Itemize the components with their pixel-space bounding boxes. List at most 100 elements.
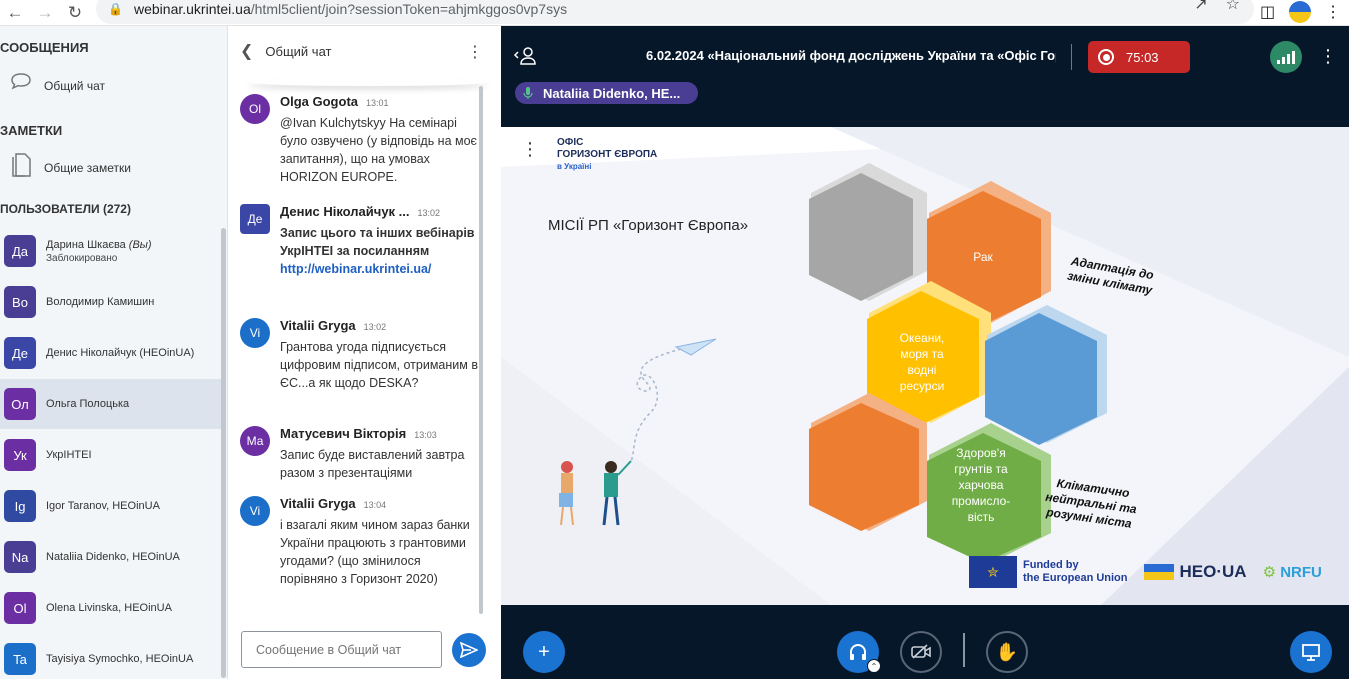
actions-plus-button[interactable]: + (523, 631, 565, 673)
chat-author: Olga Gogota (280, 94, 358, 109)
public-chat-item[interactable]: Общий чат (0, 66, 222, 106)
chat-message-body: Vitalii Gryga 13:02 Грантова угода підпису… (280, 318, 480, 392)
chat-panel: ❮ Общий чат ⋮ Ol Olga Gogota 13:01 @Ivan Ku… (228, 26, 501, 679)
avatar: Де (240, 204, 270, 234)
chat-title: Общий чат (265, 43, 332, 59)
user-list-item[interactable]: Na Nataliia Didenko, HEOinUA (0, 532, 222, 582)
avatar: Ol (240, 94, 270, 124)
action-bar: + ⌃ ✋ (501, 605, 1349, 679)
public-chat-label: Общий чат (44, 79, 105, 93)
user-info: Olena Livinska, HEOinUA (46, 602, 172, 614)
notes-section-title: ЗАМЕТКИ (0, 123, 63, 138)
avatar: Да (4, 235, 36, 267)
chevron-left-icon[interactable]: ❮ (240, 41, 253, 61)
user-name-text: Ольга Полоцька (46, 398, 130, 410)
presentation-slide: ⋮ ОФІС ГОРИЗОНТ ЄВРОПА в Україні МІСІЇ Р… (501, 127, 1349, 605)
avatar: Де (4, 337, 36, 369)
url-domain: webinar.ukrintei.ua (134, 1, 251, 17)
chat-message-input[interactable] (241, 631, 442, 668)
logo-line-2: ГОРИЗОНТ ЄВРОПА (557, 149, 658, 160)
avatar: Na (4, 541, 36, 573)
address-bar[interactable]: 🔒 webinar.ukrintei.ua/html5client/join?s… (96, 0, 1254, 24)
eu-flag-icon: ✮ (969, 556, 1017, 588)
user-name-text: Olena Livinska, HEOinUA (46, 602, 172, 614)
toggle-user-list-button[interactable] (513, 46, 537, 71)
chat-author: Vitalii Gryga (280, 318, 356, 333)
user-name: Денис Ніколайчук (HEOinUA) (46, 347, 194, 359)
user-name-text: Igor Taranov, HEOinUA (46, 500, 160, 512)
user-info: Денис Ніколайчук (HEOinUA) (46, 347, 194, 359)
presentation-toggle-button[interactable] (1290, 631, 1332, 673)
chat-author: Матусевич Вікторія (280, 426, 407, 441)
user-list-item[interactable]: Ol Olena Livinska, HEOinUA (0, 583, 222, 633)
raise-hand-button[interactable]: ✋ (986, 631, 1028, 673)
presentation-icon (1302, 644, 1320, 661)
slide-menu-icon[interactable]: ⋮ (521, 139, 539, 160)
connection-status-button[interactable] (1270, 41, 1302, 73)
user-info: Tayisiya Symochko, HEOinUA (46, 653, 193, 665)
audio-settings-chevron-icon[interactable]: ⌃ (867, 659, 881, 673)
chat-author-line: Olga Gogota 13:01 (280, 94, 480, 109)
chat-author: Денис Ніколайчук ... (280, 204, 410, 219)
shared-notes-item[interactable]: Общие заметки (0, 148, 222, 188)
forward-icon[interactable]: → (30, 1, 60, 25)
user-list-item[interactable]: Да Дарина Шкаєва (Вы) Заблокировано (0, 226, 222, 276)
speaker-name: Nataliia Didenko, HE... (543, 85, 681, 101)
user-list-item[interactable]: Ig Igor Taranov, HEOinUA (0, 481, 222, 531)
profile-avatar[interactable] (1289, 1, 1312, 23)
browser-menu-icon[interactable]: ⋮ (1325, 2, 1341, 22)
partner-logos: ✮ Funded by the European Union HEO·UA ⚙ … (969, 555, 1322, 589)
logo-line-1: ОФІС (557, 137, 584, 148)
chat-link[interactable]: http://webinar.ukrintei.ua/ (280, 262, 480, 276)
chat-text: Грантова угода підписується цифровим під… (280, 340, 478, 390)
chat-message: Vi Vitalii Gryga 13:04 і взагалі яким чином… (240, 496, 480, 588)
chat-message-body: Vitalii Gryga 13:04 і взагалі яким чином з… (280, 496, 480, 588)
user-list-scrollbar[interactable] (221, 228, 226, 678)
chat-options-icon[interactable]: ⋮ (467, 42, 483, 62)
chat-message: Vi Vitalii Gryga 13:02 Грантова угода підпи… (240, 318, 480, 392)
user-name-text: Денис Ніколайчук (HEOinUA) (46, 347, 195, 359)
eu-text-line-1: Funded by (1023, 559, 1079, 571)
user-name-text: УкрІНТЕІ (46, 449, 92, 461)
talking-indicator[interactable]: Nataliia Didenko, HE... (515, 82, 699, 104)
user-list-item[interactable]: Ол Ольга Полоцька (0, 379, 222, 429)
avatar: Ма (240, 426, 270, 456)
avatar: Ол (4, 388, 36, 420)
side-panel-icon[interactable]: ◫ (1260, 2, 1275, 22)
chat-author-line: Матусевич Вікторія 13:03 (280, 426, 480, 441)
plus-icon: + (538, 640, 550, 663)
chat-scrollbar[interactable] (479, 86, 483, 614)
options-menu-icon[interactable]: ⋮ (1319, 46, 1337, 67)
recording-indicator[interactable]: 75:03 (1088, 41, 1190, 73)
chat-message: Ма Матусевич Вікторія 13:03 Запис буде вист… (240, 426, 480, 482)
chat-time: 13:01 (366, 98, 389, 108)
hex-blue (985, 305, 1107, 445)
chat-text: і взагалі яким чином зараз банки України… (280, 518, 470, 586)
user-list-item[interactable]: Ук УкрІНТЕІ (0, 430, 222, 480)
ofis-horizon-logo: ОФІС ГОРИЗОНТ ЄВРОПА в Україні (557, 137, 657, 173)
video-button[interactable] (900, 631, 942, 673)
recording-timer: 75:03 (1126, 49, 1159, 65)
user-list-panel: СООБЩЕНИЯ Общий чат ЗАМЕТКИ Общие заметк… (0, 26, 228, 679)
user-name: Olena Livinska, HEOinUA (46, 602, 172, 614)
share-icon[interactable]: ↗ (1194, 0, 1207, 14)
bookmark-star-icon[interactable]: ☆ (1226, 0, 1240, 14)
back-icon[interactable]: ← (0, 1, 30, 25)
user-list-item[interactable]: Во Володимир Камишин (0, 277, 222, 327)
chat-time: 13:02 (417, 208, 441, 218)
heo-ua-label: HEO·UA (1179, 562, 1247, 581)
user-list-item[interactable]: Ta Tayisiya Symochko, HEOinUA (0, 634, 222, 679)
headphones-icon (850, 644, 866, 660)
browser-toolbar: ← → ↻ 🔒 webinar.ukrintei.ua/html5client/… (0, 0, 1349, 26)
send-button[interactable] (452, 633, 486, 667)
messages-section-title: СООБЩЕНИЯ (0, 40, 89, 55)
chat-time: 13:04 (363, 500, 387, 510)
microphone-icon (523, 86, 535, 100)
user-list-toggle-icon (513, 47, 536, 65)
user-info: Володимир Камишин (46, 296, 154, 308)
user-info: Nataliia Didenko, HEOinUA (46, 551, 180, 563)
reload-icon[interactable]: ↻ (60, 1, 90, 25)
action-bar-separator (963, 633, 965, 667)
user-name-text: Дарина Шкаєва (46, 238, 126, 251)
user-list-item[interactable]: Де Денис Ніколайчук (HEOinUA) (0, 328, 222, 378)
